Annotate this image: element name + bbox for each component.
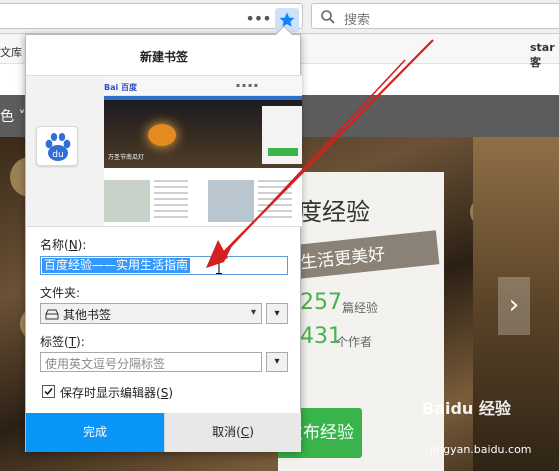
- search-input[interactable]: 搜索: [311, 3, 559, 29]
- text-cursor-icon: [216, 259, 222, 274]
- tags-expand-button[interactable]: ▾: [266, 352, 288, 372]
- cancel-button[interactable]: 取消(C): [164, 413, 301, 452]
- tags-label: 标签(T):: [40, 335, 85, 349]
- bookmark-name-field[interactable]: 百度经验——实用生活指南: [40, 256, 288, 275]
- hero-panel: 度经验 生活更美好 257 篇经验 431 个作者 发布经验: [278, 172, 444, 471]
- stat-experiences-count: 257: [300, 290, 342, 315]
- page-actions-more-icon[interactable]: •••: [243, 7, 273, 33]
- tags-placeholder: 使用英文逗号分隔标签: [45, 357, 166, 371]
- chevron-down-icon: ▾: [250, 307, 256, 318]
- done-button[interactable]: 完成: [26, 413, 164, 452]
- folder-dropdown[interactable]: 其他书签 ▾: [40, 303, 262, 324]
- preview-card: [262, 106, 302, 164]
- search-placeholder: 搜索: [344, 13, 371, 28]
- search-icon: [321, 10, 335, 24]
- stat-authors-unit: 个作者: [336, 335, 373, 349]
- watermark-logo: Baidu 经验: [422, 399, 511, 418]
- popup-title: 新建书签: [139, 50, 188, 64]
- watermark-url: jingyan.baidu.com: [430, 443, 532, 456]
- pumpkin-image: [148, 124, 176, 146]
- bookmark-name-value: 百度经验——实用生活指南: [42, 258, 191, 273]
- preview-content-row: [104, 180, 302, 226]
- show-editor-label: 保存时显示编辑器(S): [60, 386, 173, 400]
- folder-icon: [45, 309, 59, 320]
- folder-expand-button[interactable]: ▾: [266, 303, 288, 324]
- folder-selected-value: 其他书签: [63, 308, 112, 322]
- new-bookmark-popup: 新建书签 Bai 百度 ▪ ▪ ▪ ▪ 万圣节南瓜灯 du 名称(N): 百度经…: [25, 25, 302, 452]
- checkmark-icon: [44, 388, 53, 396]
- preview-hero: 万圣节南瓜灯: [104, 100, 302, 168]
- show-editor-checkbox[interactable]: [42, 385, 55, 398]
- bookmark-item[interactable]: 文库: [0, 44, 22, 60]
- carousel-next-icon[interactable]: ›: [498, 277, 530, 335]
- svg-text:du: du: [52, 150, 63, 160]
- name-label: 名称(N):: [40, 238, 87, 252]
- page-preview: Bai 百度 ▪ ▪ ▪ ▪ 万圣节南瓜灯 du: [26, 75, 302, 227]
- preview-links: ▪ ▪ ▪ ▪: [236, 82, 258, 89]
- preview-logo: Bai 百度: [104, 83, 138, 92]
- hero-title: 度经验: [298, 198, 370, 226]
- tags-field[interactable]: 使用英文逗号分隔标签: [40, 352, 262, 372]
- site-favicon-icon: du: [36, 126, 78, 166]
- preview-header: Bai 百度 ▪ ▪ ▪ ▪: [104, 76, 302, 96]
- preview-hero-text: 万圣节南瓜灯: [108, 154, 145, 161]
- folder-label: 文件夹:: [40, 286, 81, 300]
- bookmark-item[interactable]: star客: [530, 41, 559, 70]
- stat-experiences-unit: 篇经验: [342, 301, 379, 315]
- url-bar[interactable]: •••: [0, 3, 303, 32]
- nav-item[interactable]: 色 ˅: [0, 106, 25, 126]
